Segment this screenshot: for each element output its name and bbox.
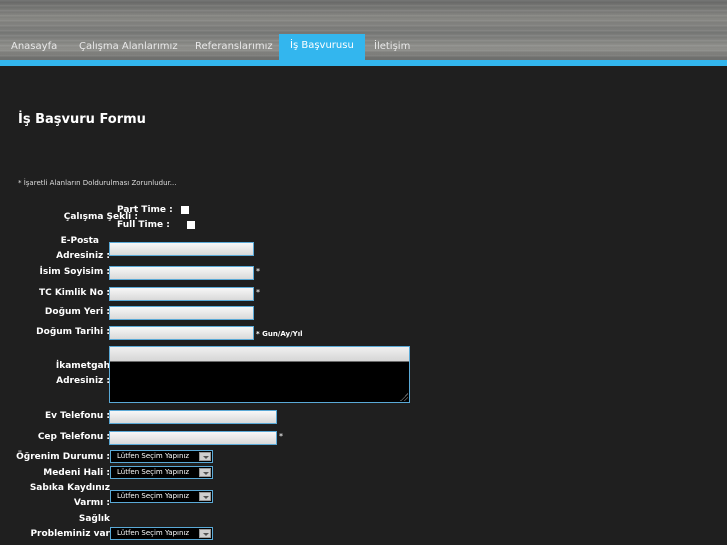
- mobile-phone-field[interactable]: [109, 431, 277, 445]
- label-ikametgah-line1: İkametgah: [55, 361, 110, 371]
- chevron-down-icon: [199, 529, 211, 538]
- tc-kimlik-field[interactable]: [109, 287, 254, 301]
- chevron-down-icon: [199, 452, 211, 461]
- health-problem-select[interactable]: Lütfen Seçim Yapınız: [110, 527, 213, 540]
- birthplace-field[interactable]: [109, 306, 254, 320]
- label-isim-soyisim: İsim Soyisim :: [39, 267, 110, 277]
- nav-item-iletisim[interactable]: İletişim: [374, 36, 410, 60]
- label-saglik-line2: Probleminiz var: [30, 529, 110, 539]
- required-star: *: [256, 267, 260, 276]
- criminal-record-select-value: Lütfen Seçim Yapınız: [117, 492, 190, 500]
- nav-item-calisma-alanlari[interactable]: Çalışma Alanlarımız: [79, 36, 178, 60]
- required-star: *: [279, 432, 283, 441]
- label-cep-telefonu: Cep Telefonu :: [37, 432, 110, 442]
- label-eposta-line2: Adresiniz :: [56, 251, 110, 261]
- home-phone-field[interactable]: [109, 410, 277, 424]
- required-star: *: [256, 288, 260, 297]
- label-eposta-line1: E-Posta: [60, 236, 99, 246]
- education-select-value: Lütfen Seçim Yapınız: [117, 452, 190, 460]
- required-note: * İşaretli Alanların Doldurulması Zorunl…: [18, 179, 177, 187]
- label-full-time: Full Time :: [117, 220, 170, 230]
- label-ev-telefonu: Ev Telefonu :: [44, 411, 110, 421]
- label-part-time: Part Time :: [117, 205, 173, 215]
- label-sabika-line2: Varmı :: [73, 498, 110, 508]
- label-sabika-line1: Sabıka Kaydınız: [29, 483, 110, 493]
- nav-item-referanslar[interactable]: Referanslarımız: [195, 36, 273, 60]
- label-medeni-hali: Medeni Hali :: [43, 468, 110, 478]
- birthdate-field[interactable]: [109, 326, 254, 340]
- chevron-down-icon: [199, 468, 211, 477]
- marital-status-select[interactable]: Lütfen Seçim Yapınız: [110, 466, 213, 479]
- label-dogum-yeri: Doğum Yeri :: [44, 307, 110, 317]
- nav-item-is-basvurusu[interactable]: İş Başvurusu: [279, 34, 365, 62]
- health-problem-select-value: Lütfen Seçim Yapınız: [117, 529, 190, 537]
- marital-status-select-value: Lütfen Seçim Yapınız: [117, 468, 190, 476]
- criminal-record-select[interactable]: Lütfen Seçim Yapınız: [110, 490, 213, 503]
- label-ogrenim-durumu: Öğrenim Durumu :: [16, 452, 110, 462]
- resize-grip-icon[interactable]: [400, 393, 408, 401]
- part-time-checkbox[interactable]: [181, 206, 189, 214]
- label-dogum-tarihi: Doğum Tarihi :: [36, 327, 110, 337]
- date-format-hint: * Gun/Ay/Yıl: [256, 330, 303, 338]
- full-time-checkbox[interactable]: [187, 221, 195, 229]
- label-saglik-line1: Sağlık: [78, 514, 110, 524]
- education-select[interactable]: Lütfen Seçim Yapınız: [110, 450, 213, 463]
- label-tc-kimlik: TC Kimlik No :: [38, 288, 110, 298]
- email-field[interactable]: [109, 242, 254, 256]
- chevron-down-icon: [199, 492, 211, 501]
- address-textarea[interactable]: [109, 346, 410, 403]
- nav-item-anasayfa[interactable]: Anasayfa: [11, 36, 57, 60]
- name-field[interactable]: [109, 266, 254, 280]
- label-ikametgah-line2: Adresiniz :: [56, 376, 110, 386]
- page-title: İş Başvuru Formu: [18, 112, 146, 127]
